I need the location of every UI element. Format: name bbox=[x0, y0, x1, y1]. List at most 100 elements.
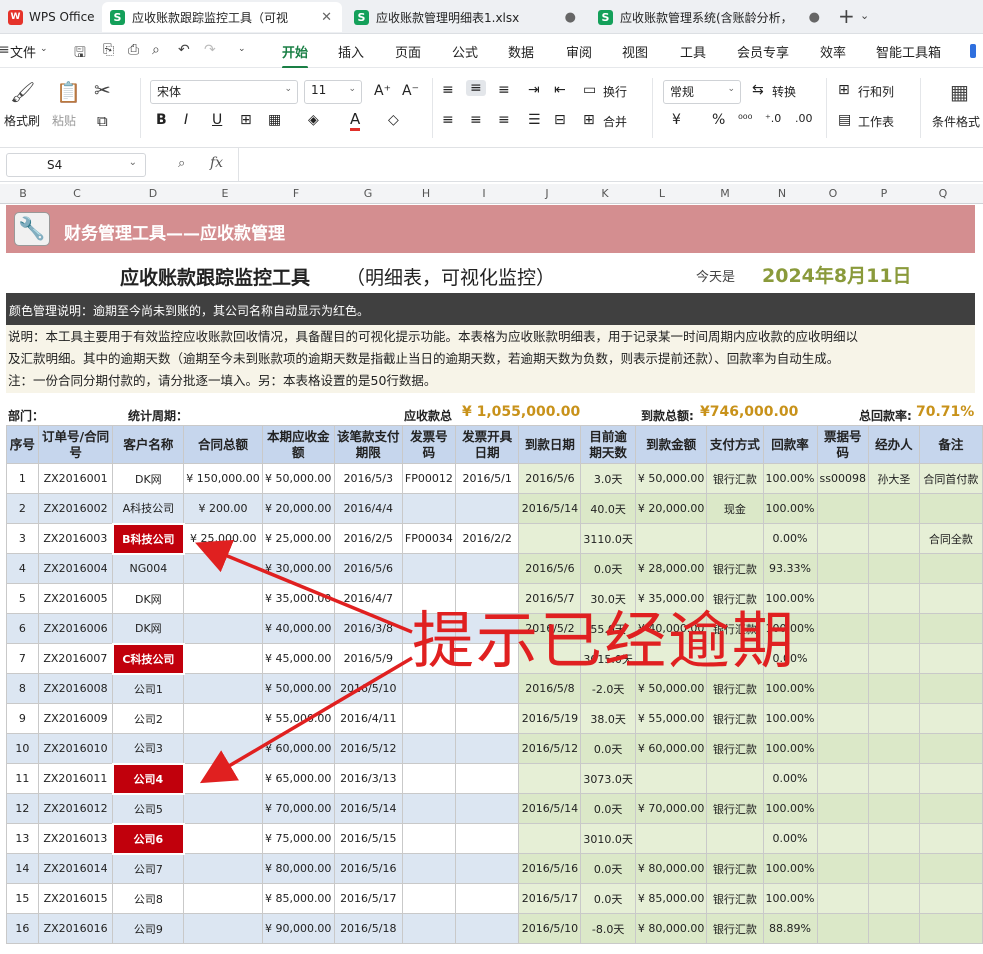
table-cell[interactable]: 14 bbox=[6, 853, 39, 884]
table-cell[interactable] bbox=[867, 493, 920, 524]
table-cell[interactable] bbox=[401, 823, 456, 854]
table-cell[interactable]: 7 bbox=[6, 643, 39, 674]
convert-icon[interactable]: ⇆ bbox=[752, 82, 764, 98]
rows-cols-icon[interactable]: ⊞ bbox=[838, 82, 850, 98]
table-cell[interactable] bbox=[454, 703, 520, 734]
menu-efficiency[interactable]: 效率 bbox=[820, 42, 846, 61]
menu-review[interactable]: 审阅 bbox=[566, 42, 592, 61]
table-cell[interactable]: 2016/4/7 bbox=[333, 583, 403, 614]
justify-icon[interactable]: ☰ bbox=[528, 112, 541, 128]
table-cell[interactable] bbox=[454, 853, 520, 884]
table-cell[interactable]: ZX2016007 bbox=[37, 643, 114, 674]
table-cell[interactable] bbox=[183, 673, 263, 704]
table-cell[interactable]: 2016/5/16 bbox=[518, 853, 582, 884]
table-cell[interactable]: 100.00% bbox=[762, 733, 818, 764]
column-header[interactable]: D bbox=[146, 187, 160, 200]
table-cell[interactable]: 银行汇款 bbox=[706, 793, 764, 824]
column-header[interactable]: F bbox=[289, 187, 303, 200]
table-cell[interactable]: 2016/4/11 bbox=[333, 703, 403, 734]
table-cell[interactable]: NG004 bbox=[112, 553, 185, 584]
table-cell[interactable]: ¥ 20,000.00 bbox=[261, 493, 335, 524]
increase-decimal-icon[interactable]: ⁺.0 bbox=[765, 112, 781, 125]
table-cell[interactable]: 2016/2/5 bbox=[333, 523, 403, 554]
table-cell[interactable]: 10 bbox=[6, 733, 39, 764]
table-cell[interactable]: ¥ 80,000.00 bbox=[634, 913, 708, 944]
table-cell[interactable] bbox=[867, 853, 920, 884]
table-cell[interactable] bbox=[816, 583, 869, 614]
table-cell[interactable]: ¥ 200.00 bbox=[183, 493, 263, 524]
table-cell[interactable] bbox=[401, 883, 456, 914]
table-cell[interactable] bbox=[183, 883, 263, 914]
table-cell[interactable]: 4 bbox=[6, 553, 39, 584]
table-cell[interactable]: 银行汇款 bbox=[706, 673, 764, 704]
hamburger-icon[interactable]: ≡ bbox=[0, 42, 10, 58]
table-cell[interactable]: 2016/3/8 bbox=[333, 613, 403, 644]
menu-file[interactable]: 文件 bbox=[10, 42, 36, 61]
borders-icon[interactable]: ▦ bbox=[268, 112, 281, 128]
table-cell[interactable]: ¥ 45,000.00 bbox=[261, 643, 335, 674]
table-cell[interactable]: ¥ 65,000.00 bbox=[261, 763, 335, 794]
table-cell[interactable]: ZX2016013 bbox=[37, 823, 114, 854]
table-cell[interactable]: 银行汇款 bbox=[706, 703, 764, 734]
table-cell[interactable]: ¥ 85,000.00 bbox=[261, 883, 335, 914]
cond-format-icon[interactable]: ▦ bbox=[950, 80, 969, 104]
tab-management-system[interactable]: S 应收账款管理系统(含账龄分析， ● bbox=[590, 2, 830, 32]
table-cell[interactable] bbox=[454, 733, 520, 764]
column-header[interactable]: K bbox=[598, 187, 612, 200]
table-cell[interactable]: 2016/5/14 bbox=[518, 493, 582, 524]
table-cell[interactable]: 3110.0天 bbox=[580, 523, 636, 554]
table-cell[interactable]: 3073.0天 bbox=[580, 763, 636, 794]
export-icon[interactable]: ⎘ bbox=[103, 42, 114, 58]
table-cell[interactable]: 1 bbox=[6, 463, 39, 494]
table-cell[interactable]: 公司2 bbox=[112, 703, 185, 734]
formula-input[interactable] bbox=[238, 148, 983, 181]
table-cell[interactable]: ¥ 70,000.00 bbox=[261, 793, 335, 824]
table-cell[interactable] bbox=[816, 613, 869, 644]
table-cell[interactable] bbox=[816, 793, 869, 824]
copy-icon[interactable]: ⧉ bbox=[97, 112, 108, 130]
table-cell[interactable]: 2016/4/4 bbox=[333, 493, 403, 524]
column-header[interactable]: M bbox=[718, 187, 732, 200]
table-cell[interactable]: 100.00% bbox=[762, 703, 818, 734]
table-cell[interactable] bbox=[518, 823, 582, 854]
column-header[interactable]: Q bbox=[936, 187, 950, 200]
table-cell[interactable]: 2016/5/18 bbox=[333, 913, 403, 944]
table-cell[interactable]: FP00012 bbox=[401, 463, 456, 494]
table-cell[interactable] bbox=[401, 793, 456, 824]
table-cell[interactable] bbox=[918, 763, 983, 794]
dot-icon[interactable]: ● bbox=[809, 10, 820, 25]
table-cell[interactable]: ss00098 bbox=[816, 463, 869, 494]
table-cell[interactable] bbox=[867, 583, 920, 614]
table-cell[interactable] bbox=[816, 553, 869, 584]
table-cell[interactable]: 2016/5/10 bbox=[518, 913, 582, 944]
table-cell[interactable] bbox=[816, 523, 869, 554]
table-cell[interactable] bbox=[706, 763, 764, 794]
column-header[interactable]: P bbox=[877, 187, 891, 200]
cut-icon[interactable]: ✂ bbox=[94, 78, 111, 102]
table-cell[interactable]: 现金 bbox=[706, 493, 764, 524]
table-cell[interactable]: 100.00% bbox=[762, 793, 818, 824]
table-cell[interactable]: DK网 bbox=[112, 583, 185, 614]
table-cell[interactable] bbox=[816, 913, 869, 944]
menu-tools[interactable]: 工具 bbox=[680, 42, 706, 61]
table-cell[interactable]: 2016/5/6 bbox=[518, 553, 582, 584]
table-cell[interactable] bbox=[706, 823, 764, 854]
table-cell[interactable] bbox=[867, 523, 920, 554]
table-cell[interactable]: ZX2016006 bbox=[37, 613, 114, 644]
function-icon[interactable]: fx bbox=[210, 155, 223, 171]
table-cell[interactable] bbox=[867, 793, 920, 824]
table-cell[interactable]: 公司8 bbox=[112, 883, 185, 914]
table-cell[interactable] bbox=[918, 823, 983, 854]
decrease-decimal-icon[interactable]: .00 bbox=[795, 112, 813, 125]
table-cell[interactable]: 公司4 bbox=[111, 762, 185, 795]
table-cell[interactable]: ZX2016004 bbox=[37, 553, 114, 584]
table-cell[interactable]: 2016/5/16 bbox=[333, 853, 403, 884]
table-cell[interactable]: 2016/5/6 bbox=[518, 463, 582, 494]
table-cell[interactable] bbox=[706, 643, 764, 674]
table-cell[interactable] bbox=[816, 763, 869, 794]
table-cell[interactable] bbox=[401, 643, 456, 674]
table-cell[interactable]: ¥ 40,000.00 bbox=[261, 613, 335, 644]
table-cell[interactable] bbox=[401, 553, 456, 584]
table-cell[interactable] bbox=[401, 913, 456, 944]
cell-reference-box[interactable]: S4 ⌄ bbox=[6, 153, 146, 177]
